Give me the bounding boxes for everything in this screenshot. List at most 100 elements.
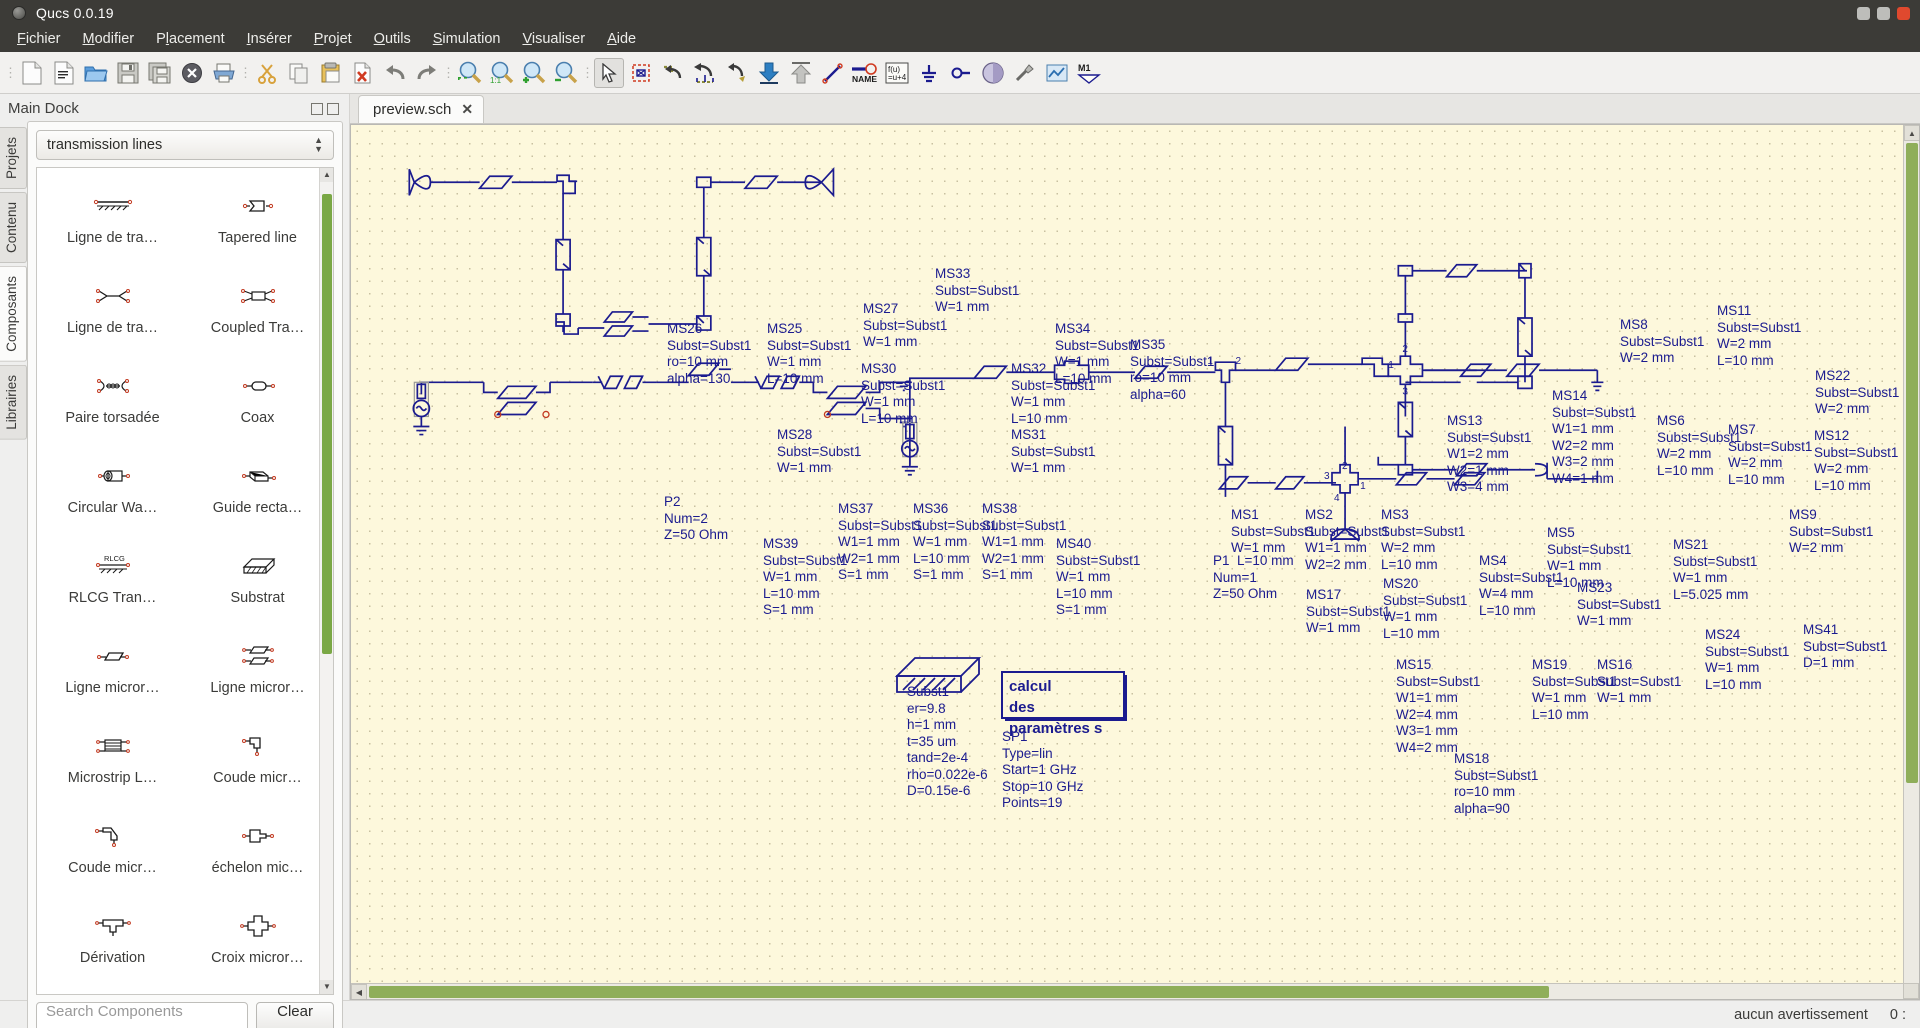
component-annotation-ms11[interactable]: MS11 Subst=Subst1 W=2 mm L=10 mm <box>1717 303 1801 369</box>
settings-icon[interactable] <box>1010 58 1040 88</box>
scroll-left-arrow-icon[interactable]: ◀ <box>351 984 367 999</box>
ground-icon[interactable] <box>914 58 944 88</box>
document-tab-preview-sch[interactable]: preview.sch ✕ <box>358 95 485 123</box>
component-annotation-ms23[interactable]: MS23 Subst=Subst1 W=1 mm <box>1577 580 1661 630</box>
menu-simulation[interactable]: Simulation <box>422 28 512 50</box>
component-annotation-ms33[interactable]: MS33 Subst=Subst1 W=1 mm <box>935 266 1019 316</box>
marker-icon[interactable]: M1 <box>1074 58 1104 88</box>
component-annotation-ms16[interactable]: MS16 Subst=Subst1 W=1 mm <box>1597 657 1681 707</box>
component-item-rectangular-waveguide[interactable]: Guide recta… <box>186 446 329 536</box>
simulation-block[interactable]: calcul des paramètres s <box>1001 671 1125 737</box>
canvas-vertical-scroll-thumb[interactable] <box>1906 143 1918 783</box>
scroll-up-arrow-icon[interactable]: ▲ <box>320 168 333 182</box>
select-arrow-icon[interactable] <box>594 57 624 88</box>
open-folder-icon[interactable] <box>81 58 111 88</box>
canvas-horizontal-scrollbar[interactable]: ◀ <box>351 983 1903 999</box>
component-annotation-ms32[interactable]: MS32 Subst=Subst1 W=1 mm L=10 mm <box>1011 361 1095 427</box>
component-grid[interactable]: Ligne de tra… Tapered line Ligne de tra…… <box>37 168 333 994</box>
sidebar-tab-composants[interactable]: Composants <box>0 266 27 362</box>
close-document-icon[interactable] <box>177 58 207 88</box>
component-annotation-ms41[interactable]: MS41 Subst=Subst1 D=1 mm <box>1803 622 1887 672</box>
search-input[interactable]: Search Components <box>36 1002 249 1028</box>
sidebar-tab-contenu[interactable]: Contenu <box>0 192 27 264</box>
component-list[interactable]: Ligne de tra… Tapered line Ligne de tra…… <box>36 167 334 995</box>
component-item-microstrip-step[interactable]: échelon mic… <box>186 806 329 896</box>
close-icon[interactable] <box>1897 6 1910 20</box>
delete-icon[interactable] <box>348 58 378 88</box>
save-all-icon[interactable] <box>145 58 175 88</box>
component-annotation-ms28[interactable]: MS28 Subst=Subst1 W=1 mm <box>777 427 861 477</box>
menu-inserer[interactable]: Insérer <box>236 28 303 50</box>
component-item-microstrip-lange-coupler[interactable]: Microstrip L… <box>41 716 184 806</box>
component-annotation-ms2[interactable]: MS2 Subst=Subst1 W1=1 mm W2=2 mm <box>1305 507 1389 573</box>
component-annotation-subst1[interactable]: Subst1 er=9.8 h=1 mm t=35 um tand=2e-4 rho=0.… <box>907 684 988 800</box>
sidebar-tab-projets[interactable]: Projets <box>0 127 27 190</box>
component-annotation-ms30[interactable]: MS30 Subst=Subst1 W=1 mm L=10 mm <box>861 361 945 427</box>
maximize-icon[interactable] <box>1877 6 1890 20</box>
component-item-microstrip-tee[interactable]: Dérivation <box>41 896 184 986</box>
wire-icon[interactable] <box>818 58 848 88</box>
component-list-scrollbar[interactable]: ▲ ▼ <box>319 168 333 994</box>
component-annotation-ms40[interactable]: MS40 Subst=Subst1 W=1 mm L=10 mm S=1 mm <box>1056 536 1140 619</box>
component-item-substrate[interactable]: Substrat <box>186 536 329 626</box>
menu-outils[interactable]: Outils <box>363 28 422 50</box>
new-text-document-icon[interactable] <box>49 58 79 88</box>
component-annotation-p2[interactable]: P2 Num=2 Z=50 Ohm <box>664 494 728 544</box>
activate-deactivate-icon[interactable] <box>626 58 656 88</box>
menu-projet[interactable]: Projet <box>303 28 363 50</box>
component-annotation-ms20[interactable]: MS20 Subst=Subst1 W=1 mm L=10 mm <box>1383 576 1467 642</box>
equation-icon[interactable]: f(u) =u+4 <box>882 58 912 88</box>
wire-label-icon[interactable]: NAME <box>850 58 880 88</box>
close-dock-icon[interactable] <box>327 102 339 115</box>
component-annotation-ms17[interactable]: MS17 Subst=Subst1 W=1 mm <box>1306 587 1390 637</box>
category-select[interactable]: transmission lines ▲ ▼ <box>36 130 334 160</box>
schematic-canvas[interactable]: 1 2 1 2 3 2 3 1 4 calcul des paramètres … <box>350 124 1920 1000</box>
window-controls[interactable] <box>1857 6 1910 20</box>
component-item-tapered-line[interactable]: Tapered line <box>186 176 329 266</box>
simulate-icon[interactable] <box>978 58 1008 88</box>
component-annotation-ms14[interactable]: MS14 Subst=Subst1 W1=1 mm W2=2 mm W3=2 mm W4=… <box>1552 388 1636 487</box>
component-item-circular-waveguide[interactable]: Circular Wa… <box>41 446 184 536</box>
component-annotation-ms38[interactable]: MS38 Subst=Subst1 W1=1 mm W2=1 mm S=1 mm <box>982 501 1066 584</box>
component-annotation-ms21[interactable]: MS21 Subst=Subst1 W=1 mm L=5.025 mm <box>1673 537 1757 603</box>
chevron-updown-icon[interactable]: ▲ ▼ <box>314 136 323 154</box>
component-annotation-ms35[interactable]: MS35 Subst=Subst1 ro=10 mm alpha=60 <box>1130 337 1214 403</box>
component-annotation-ms24[interactable]: MS24 Subst=Subst1 W=1 mm L=10 mm <box>1705 627 1789 693</box>
menu-placement[interactable]: Placement <box>145 28 236 50</box>
component-item-coax[interactable]: Coax <box>186 356 329 446</box>
component-annotation-ms3[interactable]: MS3 Subst=Subst1 W=2 mm L=10 mm <box>1381 507 1465 573</box>
component-item-microstrip-corner[interactable]: Coude micr… <box>186 716 329 806</box>
main-toolbar[interactable]: 1:1 NAME f(u)=u+4 <box>0 52 1920 94</box>
leave-subcircuit-icon[interactable] <box>786 58 816 88</box>
mirror-y-icon[interactable] <box>722 58 752 88</box>
component-annotation-ms18[interactable]: MS18 Subst=Subst1 ro=10 mm alpha=90 <box>1454 751 1538 817</box>
component-annotation-ms26[interactable]: MS26 Subst=Subst1 ro=10 mm alpha=130 <box>667 321 751 387</box>
clear-button[interactable]: Clear <box>256 1002 334 1028</box>
component-annotation-ms25[interactable]: MS25 Subst=Subst1 W=1 mm L=10 mm <box>767 321 851 387</box>
canvas-vertical-scrollbar[interactable]: ▲ <box>1903 125 1919 983</box>
minimize-icon[interactable] <box>1857 6 1870 20</box>
component-annotation-sp1[interactable]: SP1 Type=lin Start=1 GHz Stop=10 GHz Points=… <box>1002 729 1083 812</box>
zoom-one-to-one-icon[interactable]: 1:1 <box>487 58 517 88</box>
component-item-transmission-line[interactable]: Ligne de tra… <box>41 176 184 266</box>
component-item-microstrip-line[interactable]: Ligne micror… <box>41 626 184 716</box>
component-annotation-ms12[interactable]: MS12 Subst=Subst1 W=2 mm L=10 mm <box>1814 428 1898 494</box>
view-datadisplay-icon[interactable] <box>1042 58 1072 88</box>
close-tab-icon[interactable]: ✕ <box>461 101 473 118</box>
document-tabstrip[interactable]: preview.sch ✕ <box>350 94 1920 124</box>
component-annotation-ms39[interactable]: MS39 Subst=Subst1 W=1 mm L=10 mm S=1 mm <box>763 536 847 619</box>
component-annotation-ms1[interactable]: MS1 Subst=Subst1 W=1 mm <box>1231 507 1315 557</box>
dock-vertical-tabs[interactable]: Projets Contenu Composants Librairies <box>0 121 27 1028</box>
component-annotation-ms37[interactable]: MS37 Subst=Subst1 W1=1 mm W2=1 mm S=1 mm <box>838 501 922 584</box>
paste-icon[interactable] <box>316 58 346 88</box>
zoom-out-icon[interactable] <box>551 58 581 88</box>
component-annotation-ms9[interactable]: MS9 Subst=Subst1 W=2 mm <box>1789 507 1873 557</box>
component-annotation-ms8[interactable]: MS8 Subst=Subst1 W=2 mm <box>1620 317 1704 367</box>
new-document-icon[interactable] <box>17 58 47 88</box>
menu-fichier[interactable]: FFichierichier <box>6 28 72 50</box>
save-icon[interactable] <box>113 58 143 88</box>
component-annotation-ms13[interactable]: MS13 Subst=Subst1 W1=2 mm W2=1 mm W3=4 mm <box>1447 413 1531 496</box>
zoom-in-icon[interactable] <box>519 58 549 88</box>
component-annotation-ms7[interactable]: MS7 Subst=Subst1 W=2 mm L=10 mm <box>1728 422 1812 488</box>
component-annotation-ms31[interactable]: MS31 Subst=Subst1 W=1 mm <box>1011 427 1095 477</box>
